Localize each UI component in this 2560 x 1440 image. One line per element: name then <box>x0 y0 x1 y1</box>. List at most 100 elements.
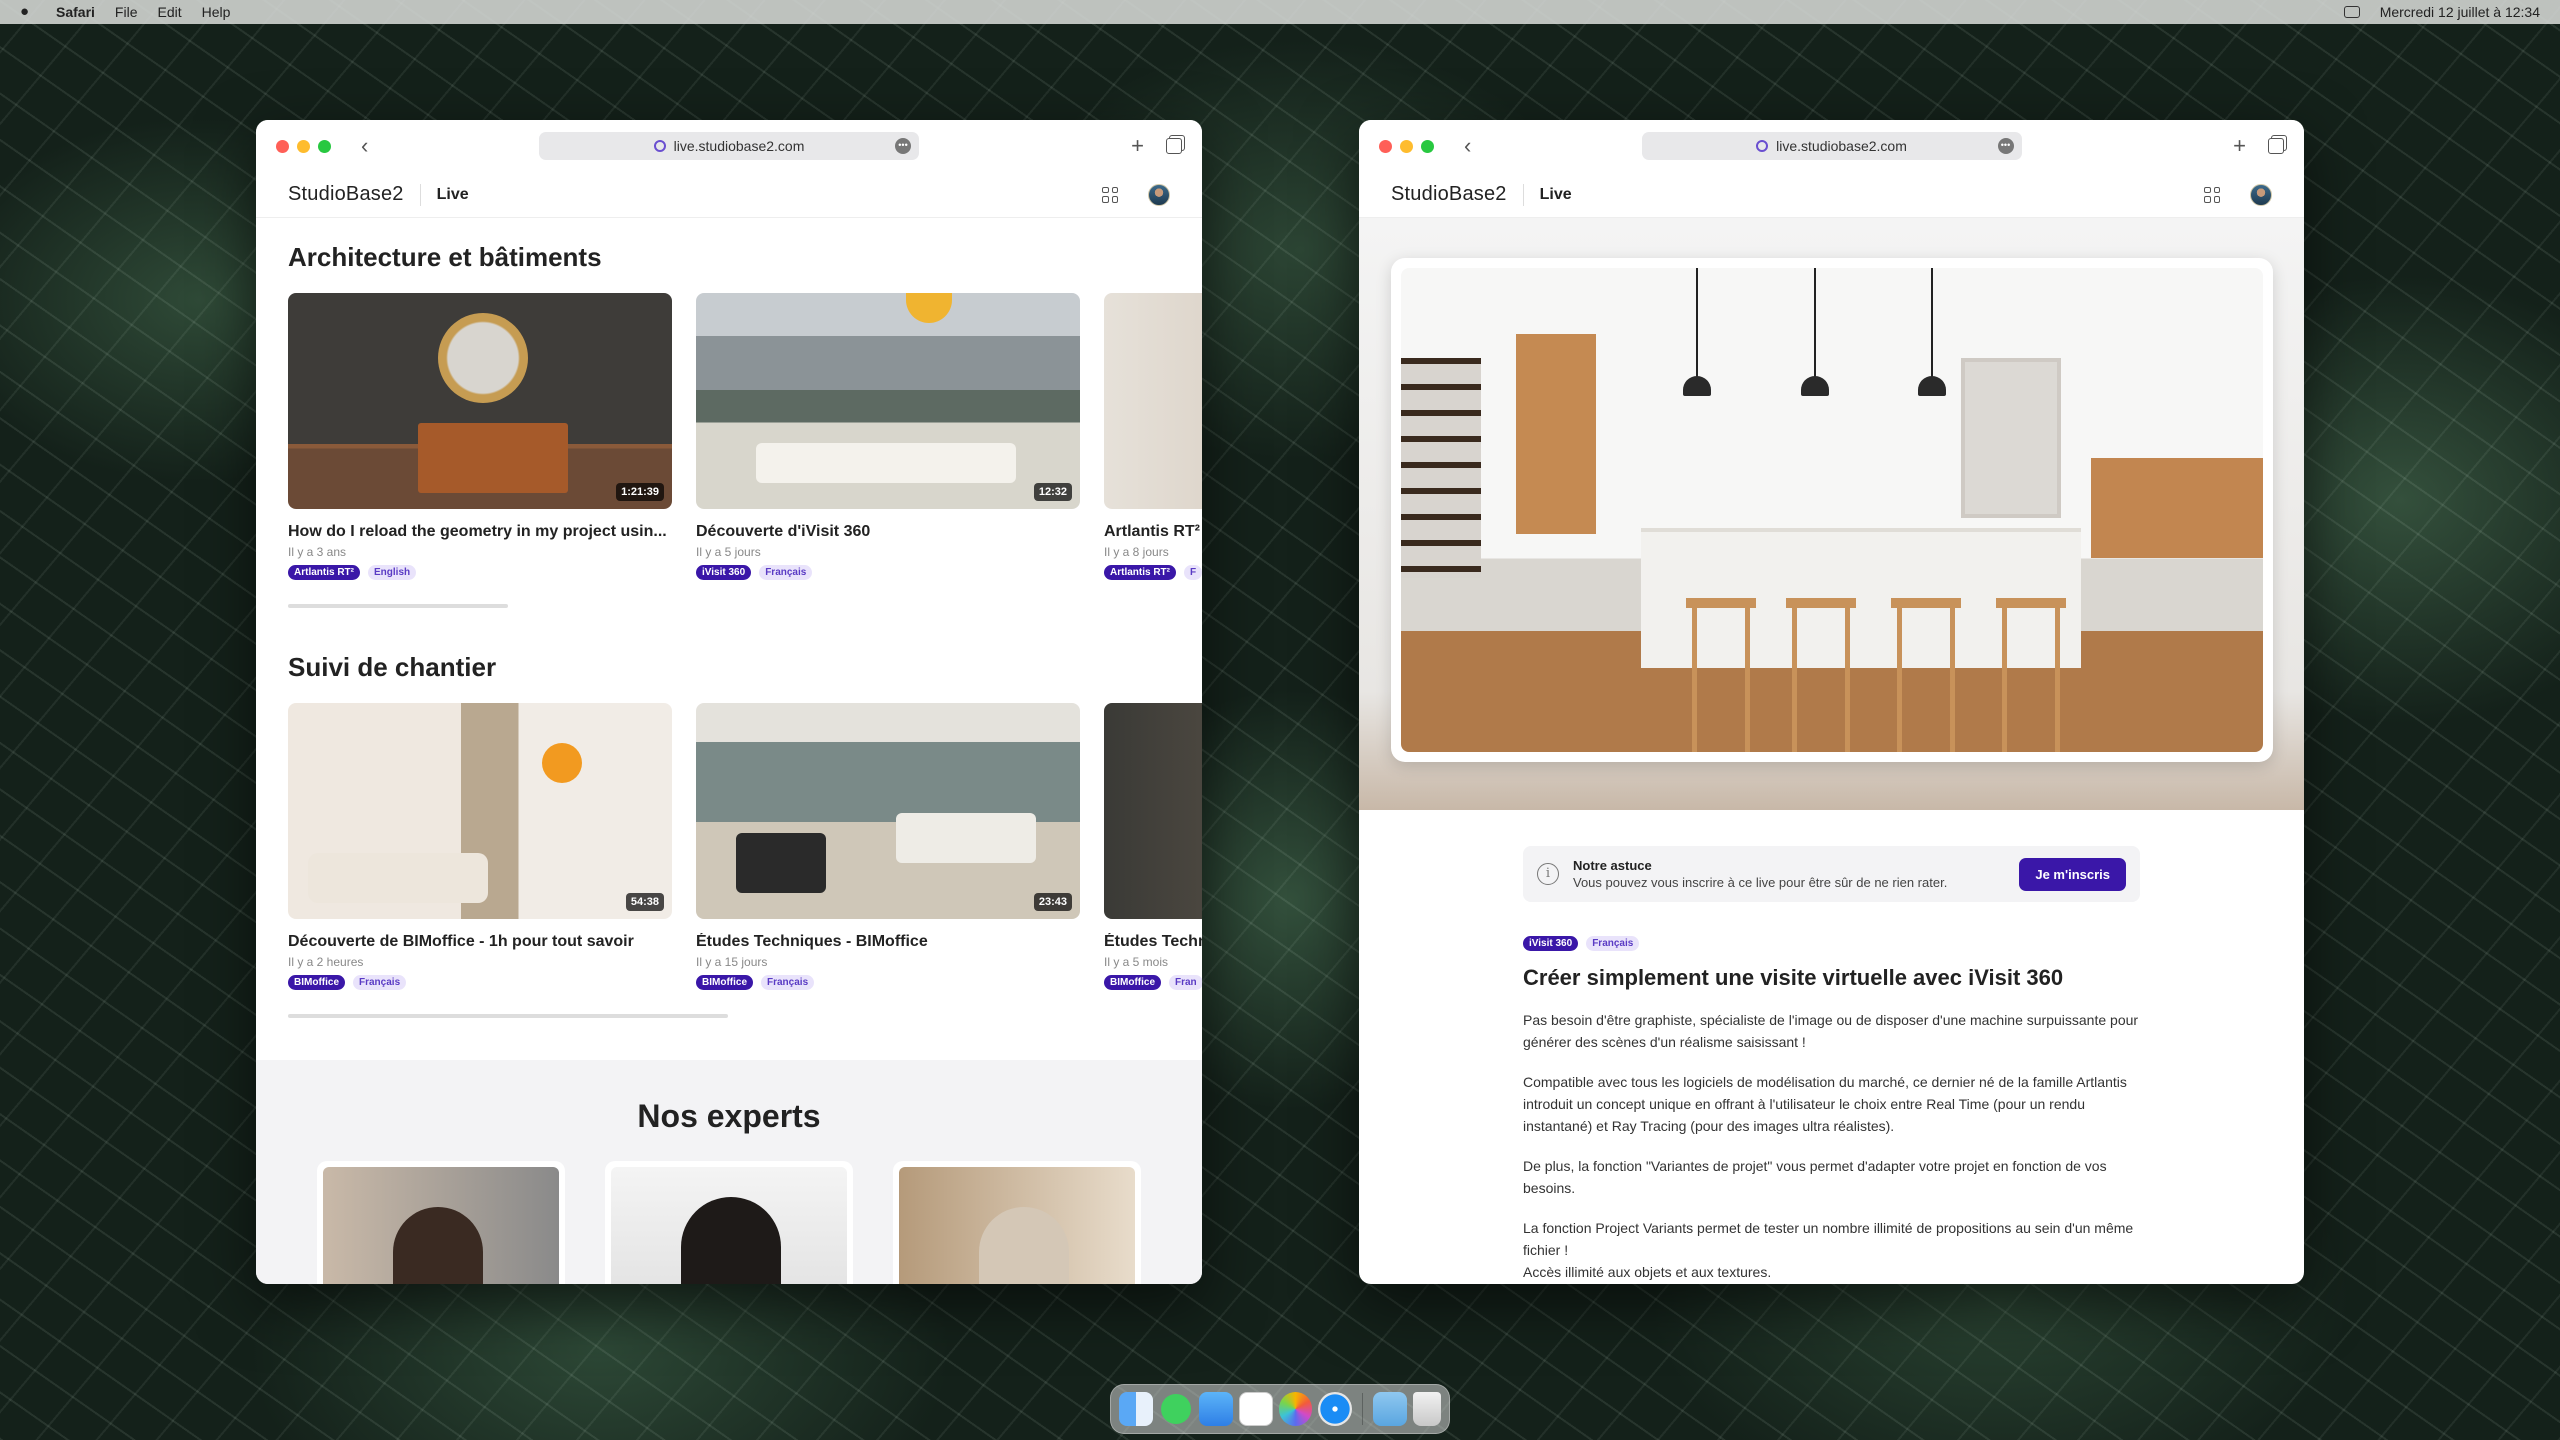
minimize-window-button[interactable] <box>297 139 310 153</box>
url-text: live.studiobase2.com <box>673 138 805 154</box>
language-tag[interactable]: Fran <box>1169 975 1202 990</box>
language-tag[interactable]: Français <box>1586 936 1640 951</box>
control-center-icon[interactable] <box>2343 6 2360 18</box>
tab-overview-icon[interactable] <box>1166 138 1182 154</box>
user-avatar[interactable] <box>2250 183 2272 206</box>
video-thumbnail[interactable]: 1:21:39 <box>288 293 672 509</box>
menu-file[interactable]: File <box>115 4 138 20</box>
video-card[interactable]: 54:38 Découverte de BIMoffice - 1h pour … <box>288 703 672 990</box>
video-title[interactable]: Découverte de BIMoffice - 1h pour tout s… <box>288 933 672 951</box>
language-tag[interactable]: English <box>368 565 417 580</box>
video-duration: 1:21:39 <box>616 483 664 501</box>
tab-overview-icon[interactable] <box>2268 138 2284 154</box>
video-date: Il y a 5 jours <box>696 545 761 559</box>
site-logo[interactable]: StudioBase2 <box>288 183 404 206</box>
address-bar[interactable]: live.studiobase2.com ••• <box>539 132 919 160</box>
fridge-shape <box>1961 358 2061 518</box>
video-title[interactable]: Artlantis RT² <box>1104 523 1202 541</box>
video-card[interactable]: 1:21:39 How do I reload the geometry in … <box>288 293 672 580</box>
site-header: StudioBase2 Live <box>1359 172 2304 218</box>
video-carousel[interactable]: 1:21:39 How do I reload the geometry in … <box>288 293 1202 580</box>
video-card[interactable]: 12:32 Découverte d'iVisit 360 Il y a 5 j… <box>696 293 1080 580</box>
mail-icon[interactable] <box>1198 1392 1233 1426</box>
description-paragraph: Pas besoin d'être graphiste, spécialiste… <box>1523 1012 2139 1050</box>
back-button[interactable]: ‹ <box>1464 135 1471 157</box>
user-avatar[interactable] <box>1148 183 1170 206</box>
trash-icon[interactable] <box>1413 1392 1442 1426</box>
language-tag[interactable]: Français <box>759 565 813 580</box>
menu-clock[interactable]: Mercredi 12 juillet à 12:34 <box>2380 4 2540 20</box>
minimize-window-button[interactable] <box>1400 139 1413 153</box>
row-title: Architecture et bâtiments <box>288 242 602 272</box>
close-window-button[interactable] <box>276 139 289 153</box>
zoom-window-button[interactable] <box>318 139 331 153</box>
dock-divider <box>1362 1393 1364 1425</box>
safari-icon[interactable] <box>1318 1392 1353 1426</box>
video-thumbnail[interactable] <box>1104 703 1202 919</box>
language-tag[interactable]: F <box>1184 565 1202 580</box>
menu-help[interactable]: Help <box>202 4 231 20</box>
back-button[interactable]: ‹ <box>361 135 368 157</box>
section-label: Live <box>436 185 469 203</box>
browser-window-left: ‹ live.studiobase2.com ••• + StudioBase2… <box>256 120 1202 1284</box>
video-thumbnail[interactable] <box>1104 293 1202 509</box>
finder-icon[interactable] <box>1119 1392 1153 1426</box>
downloads-folder-icon[interactable] <box>1373 1392 1408 1426</box>
carousel-scrollbar[interactable] <box>288 1014 728 1018</box>
new-tab-button[interactable]: + <box>2233 133 2246 159</box>
product-tag[interactable]: iVisit 360 <box>696 565 752 580</box>
tip-title: Notre astuce <box>1573 858 1652 873</box>
live-title: Créer simplement une visite virtuelle av… <box>1523 965 2064 990</box>
carousel-scrollbar[interactable] <box>288 604 508 608</box>
tip-body: Vous pouvez vous inscrire à ce live pour… <box>1573 875 1948 890</box>
product-tag[interactable]: BIMoffice <box>1104 975 1161 990</box>
language-tag[interactable]: Français <box>761 975 815 990</box>
video-card[interactable]: Études Techn Il y a 5 mois BIMoffice Fra… <box>1104 703 1202 990</box>
new-tab-button[interactable]: + <box>1131 133 1144 159</box>
page-menu-icon[interactable]: ••• <box>895 138 911 154</box>
expert-card[interactable] <box>605 1161 853 1284</box>
reminders-icon[interactable] <box>1238 1392 1273 1426</box>
video-title[interactable]: Découverte d'iVisit 360 <box>696 523 1080 541</box>
menu-bar: ● Safari File Edit Help Mercredi 12 juil… <box>0 0 2560 24</box>
browser-window-right: ‹ live.studiobase2.com ••• + StudioBase2… <box>1359 120 2304 1284</box>
site-logo[interactable]: StudioBase2 <box>1391 183 1507 206</box>
url-text: live.studiobase2.com <box>1776 138 1907 154</box>
zoom-window-button[interactable] <box>1421 139 1434 153</box>
page-menu-icon[interactable]: ••• <box>1997 138 2014 154</box>
video-thumbnail[interactable]: 54:38 <box>288 703 672 919</box>
video-thumbnail[interactable]: 12:32 <box>696 293 1080 509</box>
bar-stool <box>1891 598 1961 752</box>
video-carousel[interactable]: 54:38 Découverte de BIMoffice - 1h pour … <box>288 703 1202 990</box>
messages-icon[interactable] <box>1160 1394 1191 1424</box>
description-paragraph: De plus, la fonction "Variantes de proje… <box>1523 1158 2107 1196</box>
video-card[interactable]: Artlantis RT² Il y a 8 jours Artlantis R… <box>1104 293 1202 580</box>
video-duration: 54:38 <box>625 893 664 911</box>
video-card[interactable]: 23:43 Études Techniques - BIMoffice Il y… <box>696 703 1080 990</box>
video-thumbnail[interactable]: 23:43 <box>696 703 1080 919</box>
language-tag[interactable]: Français <box>353 975 407 990</box>
expert-card[interactable] <box>893 1161 1141 1284</box>
apps-grid-icon[interactable] <box>2204 186 2220 203</box>
address-bar[interactable]: live.studiobase2.com ••• <box>1641 132 2022 160</box>
menu-app-name[interactable]: Safari <box>56 4 95 20</box>
product-tag[interactable]: BIMoffice <box>288 975 345 990</box>
product-tag[interactable]: Artlantis RT² <box>1104 565 1176 580</box>
video-title[interactable]: Études Techniques - BIMoffice <box>696 933 1080 951</box>
photos-icon[interactable] <box>1278 1392 1313 1426</box>
subscribe-button[interactable]: Je m'inscris <box>2019 857 2126 891</box>
menu-edit[interactable]: Edit <box>157 4 181 20</box>
product-tag[interactable]: iVisit 360 <box>1523 936 1579 951</box>
product-tag[interactable]: Artlantis RT² <box>288 565 360 580</box>
video-title[interactable]: How do I reload the geometry in my proje… <box>288 523 672 541</box>
kitchen-preview-image[interactable] <box>1401 268 2263 752</box>
close-window-button[interactable] <box>1379 139 1392 153</box>
apple-menu-icon[interactable]: ● <box>20 4 34 20</box>
dock <box>1110 1384 1450 1434</box>
apps-grid-icon[interactable] <box>1102 186 1118 203</box>
expert-card[interactable] <box>317 1161 565 1284</box>
video-player[interactable] <box>1391 258 2273 762</box>
product-tag[interactable]: BIMoffice <box>696 975 753 990</box>
video-title[interactable]: Études Techn <box>1104 933 1202 951</box>
header-divider <box>419 183 421 206</box>
